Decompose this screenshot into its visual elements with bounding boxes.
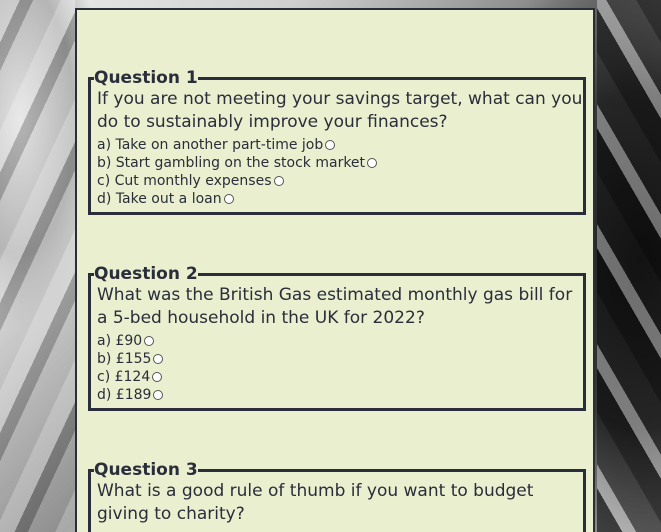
option-label: b) £155 [97, 351, 152, 367]
radio-button[interactable] [144, 336, 155, 346]
question-1-option-c[interactable]: c) Cut monthly expenses [97, 172, 583, 190]
option-label: c) £124 [97, 369, 151, 385]
radio-button[interactable] [273, 176, 284, 186]
option-label: b) Start gambling on the stock market [97, 155, 366, 171]
radio-button[interactable] [153, 390, 164, 400]
question-3-legend: Question 3 [94, 460, 198, 480]
question-3-text: What is a good rule of thumb if you want… [97, 481, 534, 524]
question-2-text: What was the British Gas estimated month… [97, 285, 573, 328]
question-1-legend: Question 1 [94, 68, 198, 88]
question-2-option-b[interactable]: b) £155 [97, 350, 583, 368]
radio-button[interactable] [153, 354, 164, 364]
question-2-option-a[interactable]: a) £90 [97, 332, 583, 350]
question-1-option-a[interactable]: a) Take on another part-time job [97, 136, 583, 154]
radio-button[interactable] [367, 158, 378, 168]
option-label: d) Take out a loan [97, 191, 222, 207]
question-2-option-c[interactable]: c) £124 [97, 368, 583, 386]
option-label: d) £189 [97, 387, 152, 403]
option-label: a) Take on another part-time job [97, 137, 324, 153]
option-label: a) £90 [97, 333, 143, 349]
question-1-text: If you are not meeting your savings targ… [97, 89, 583, 132]
question-1-option-b[interactable]: b) Start gambling on the stock market [97, 154, 583, 172]
question-1-option-d[interactable]: d) Take out a loan [97, 190, 583, 208]
question-2-legend: Question 2 [94, 264, 198, 284]
radio-button[interactable] [152, 372, 163, 382]
question-1: Question 1 If you are not meeting your s… [88, 68, 586, 215]
option-label: c) Cut monthly expenses [97, 173, 272, 189]
radio-button[interactable] [223, 194, 234, 204]
question-2-option-d[interactable]: d) £189 [97, 386, 583, 404]
quiz-panel: Question 1 If you are not meeting your s… [75, 8, 595, 532]
radio-button[interactable] [325, 140, 336, 150]
question-2: Question 2 What was the British Gas esti… [88, 264, 586, 411]
question-3: Question 3 What is a good rule of thumb … [88, 460, 586, 532]
